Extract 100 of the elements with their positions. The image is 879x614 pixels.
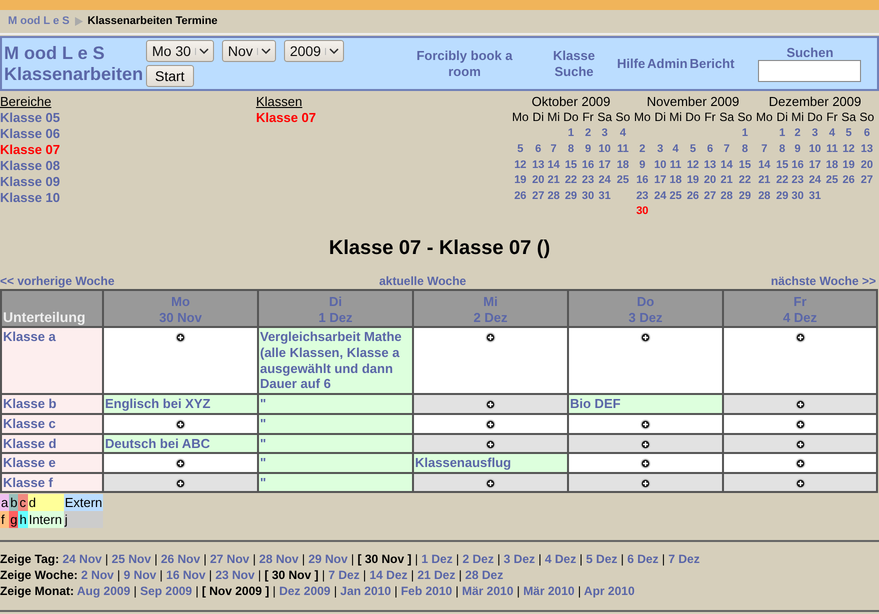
footer-link[interactable]: Mär 2010 <box>462 584 514 598</box>
class-link[interactable]: Klasse 05 <box>0 110 256 126</box>
footer-link[interactable]: 5 Dez <box>586 552 618 566</box>
calendar-day[interactable]: 19 <box>514 174 526 186</box>
class-link[interactable]: Klasse 07 <box>0 142 256 158</box>
calendar-day[interactable]: 10 <box>808 142 822 155</box>
calendar-day[interactable]: 7 <box>761 142 768 155</box>
calendar-day[interactable]: 24 <box>808 174 822 186</box>
footer-link[interactable]: 3 Dez <box>504 552 536 566</box>
calendar-day[interactable]: 27 <box>860 174 873 186</box>
calendar-day[interactable]: 12 <box>842 142 855 155</box>
calendar-day[interactable]: 21 <box>720 174 733 186</box>
footer-link[interactable]: 7 Dez <box>668 552 700 566</box>
calendar-day[interactable]: 15 <box>776 158 788 171</box>
calendar-day[interactable]: 15 <box>738 158 751 171</box>
calendar-day[interactable]: 4 <box>620 127 626 140</box>
entry-cell[interactable]: Vergleichsarbeit Mathe (alle Klassen, Klasse a ausgewählt und dann Dauer auf 6 <box>258 327 413 394</box>
current-week-link[interactable]: aktuelle Woche <box>379 274 466 288</box>
add-icon[interactable] <box>794 458 806 470</box>
footer-link[interactable]: 23 Nov <box>215 568 255 582</box>
add-icon[interactable] <box>640 458 651 470</box>
calendar-day[interactable]: 18 <box>826 158 838 171</box>
class-link[interactable]: Klasse 07 <box>256 110 510 126</box>
footer-link[interactable]: [ Nov 2009 ] <box>202 584 270 598</box>
calendar-day[interactable]: 25 <box>826 174 838 186</box>
calendar-day[interactable]: 6 <box>864 127 870 140</box>
calendar-day[interactable]: 8 <box>742 142 748 155</box>
calendar-day[interactable]: 22 <box>776 174 788 186</box>
calendar-day[interactable]: 25 <box>616 174 629 186</box>
add-icon[interactable] <box>175 332 186 344</box>
calendar-day[interactable]: 31 <box>598 190 611 202</box>
calendar-day[interactable]: 9 <box>584 142 592 155</box>
calendar-day[interactable]: 29 <box>564 190 578 202</box>
calendar-day[interactable]: 12 <box>686 158 700 171</box>
header-link[interactable]: Klasse Suche <box>535 48 613 80</box>
calendar-day[interactable]: 3 <box>602 127 608 140</box>
calendar-day[interactable]: 23 <box>636 190 648 202</box>
footer-link[interactable]: 25 Nov <box>112 552 151 566</box>
calendar-day[interactable]: 1 <box>568 127 574 140</box>
calendar-day[interactable]: 20 <box>704 174 716 186</box>
footer-link[interactable]: 4 Dez <box>544 552 576 566</box>
footer-link[interactable]: Dez 2009 <box>279 584 330 598</box>
footer-link[interactable]: Jan 2010 <box>340 584 391 598</box>
footer-link[interactable]: [ 30 Nov ] <box>264 568 318 582</box>
add-icon[interactable] <box>175 419 186 430</box>
footer-link[interactable]: 16 Nov <box>166 568 206 582</box>
calendar-day[interactable]: 1 <box>742 127 748 140</box>
calendar-day[interactable]: 21 <box>547 174 560 186</box>
calendar-day[interactable]: 17 <box>808 158 822 171</box>
calendar-day[interactable]: 30 <box>582 190 594 202</box>
class-link[interactable]: Klasse 10 <box>0 190 256 206</box>
calendar-day[interactable]: 23 <box>791 174 804 186</box>
calendar-day[interactable]: 20 <box>532 174 544 186</box>
calendar-day[interactable]: 6 <box>535 142 542 155</box>
calendar-day[interactable]: 9 <box>794 142 801 155</box>
calendar-day[interactable]: 22 <box>564 174 578 186</box>
calendar-day[interactable]: 5 <box>690 142 696 155</box>
calendar-day[interactable]: 24 <box>598 174 611 186</box>
calendar-day[interactable]: 7 <box>724 142 730 155</box>
add-icon[interactable] <box>794 419 806 430</box>
footer-link[interactable]: 6 Dez <box>627 552 659 566</box>
calendar-day[interactable]: 4 <box>672 142 679 155</box>
calendar-day[interactable]: 27 <box>532 190 544 202</box>
header-link[interactable]: Bericht <box>690 56 734 72</box>
calendar-day[interactable]: 2 <box>584 127 592 140</box>
calendar-day[interactable]: 9 <box>639 158 646 171</box>
entry-cell[interactable]: " <box>258 394 413 414</box>
next-week-link[interactable]: nächste Woche >> <box>770 274 876 288</box>
calendar-day[interactable]: 19 <box>686 174 700 186</box>
calendar-day[interactable]: 29 <box>776 190 788 202</box>
calendar-day[interactable]: 17 <box>654 174 666 186</box>
calendar-day[interactable]: 18 <box>669 174 682 186</box>
calendar-day[interactable]: 8 <box>568 142 574 155</box>
footer-link[interactable]: 29 Nov <box>308 552 348 566</box>
calendar-day[interactable]: 17 <box>598 158 611 171</box>
footer-link[interactable]: 2 Nov <box>81 568 114 582</box>
column-header[interactable]: Mi 2 Dez <box>413 290 568 328</box>
add-icon[interactable] <box>175 458 186 470</box>
header-link[interactable]: Forcibly book a room <box>402 48 527 80</box>
footer-link[interactable]: 28 Dez <box>465 568 504 582</box>
calendar-day[interactable]: 5 <box>517 142 524 155</box>
calendar-day[interactable]: 29 <box>738 190 751 202</box>
class-link[interactable]: Klasse 09 <box>0 174 256 190</box>
add-icon[interactable] <box>794 478 806 489</box>
footer-link[interactable]: 14 Dez <box>369 568 408 582</box>
header-link[interactable]: Admin <box>647 56 688 72</box>
calendar-day[interactable]: 24 <box>654 190 666 202</box>
calendar-day[interactable]: 26 <box>842 174 855 186</box>
class-link[interactable]: Klasse 08 <box>0 158 256 174</box>
calendar-day[interactable]: 4 <box>828 127 836 140</box>
add-icon[interactable] <box>794 332 806 344</box>
footer-link[interactable]: 26 Nov <box>160 552 200 566</box>
calendar-day[interactable]: 25 <box>669 190 682 202</box>
add-icon[interactable] <box>640 438 651 450</box>
calendar-day[interactable]: 1 <box>779 127 786 140</box>
footer-link[interactable]: 9 Nov <box>124 568 156 582</box>
calendar-day[interactable]: 13 <box>704 158 716 171</box>
entry-cell[interactable]: " <box>258 453 413 473</box>
calendar-day[interactable]: 11 <box>826 142 838 155</box>
calendar-day[interactable]: 28 <box>758 190 770 202</box>
